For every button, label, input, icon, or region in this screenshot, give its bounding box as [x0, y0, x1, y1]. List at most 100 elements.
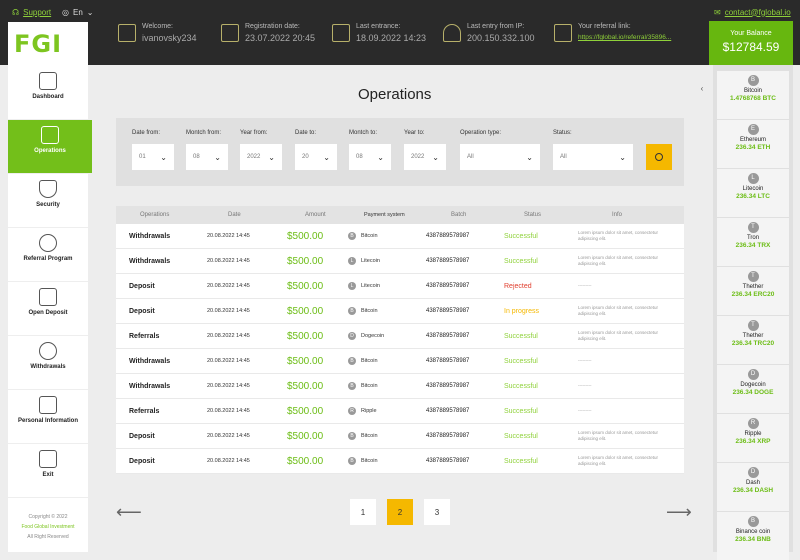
status-badge: Successful [504, 382, 538, 390]
operation-amount: $500.00 [287, 280, 324, 292]
operation-date: 20.08.2022 14:45 [207, 408, 250, 414]
sidebar-item-withdrawals[interactable]: Withdrawals [8, 336, 88, 390]
payment-system: B Bitcoin [348, 307, 426, 315]
prev-page-arrow[interactable]: ⟵ [116, 502, 142, 523]
table-row[interactable]: Referrals 20.08.2022 14:45 $500.00 R Ripple 4… [116, 399, 684, 424]
operation-type: Withdrawals [129, 382, 171, 390]
page-button-2[interactable]: 2 [387, 499, 413, 525]
withdrawals-icon [39, 342, 57, 360]
operation-info: --------- [578, 283, 592, 288]
year-from-select[interactable]: 2022 ⌄ [240, 144, 282, 170]
wallets-panel: B Bitcoin 1.4768768 BTC E Ethereum 236.34 ETH… [713, 65, 793, 560]
operation-amount: $500.00 [287, 305, 324, 317]
sidebar-item-referral[interactable]: Referral Program [8, 228, 88, 282]
coin-icon: B [348, 432, 356, 440]
batch-number: 4387889578987 [426, 408, 470, 414]
wallet-item[interactable]: B Bitcoin 1.4768768 BTC [717, 71, 789, 119]
mail-icon: ✉ [714, 7, 721, 17]
date-from-select[interactable]: 01 ⌄ [132, 144, 174, 170]
table-row[interactable]: Withdrawals 20.08.2022 14:45 $500.00 L Litec… [116, 249, 684, 274]
wallet-balance: 1.4768768 BTC [730, 95, 776, 102]
batch-number: 4387889578987 [426, 258, 470, 264]
operations-icon [41, 126, 59, 144]
wallet-item[interactable]: D Dogecoin 236.34 DOGE [717, 365, 789, 413]
batch-number: 4387889578987 [426, 308, 470, 314]
wallet-item[interactable]: D Dash 236.34 DASH [717, 463, 789, 511]
wallet-item[interactable]: T Tron 236.34 TRX [717, 218, 789, 266]
table-row[interactable]: Withdrawals 20.08.2022 14:45 $500.00 B Bitco… [116, 374, 684, 399]
operation-type: Withdrawals [129, 357, 171, 365]
operation-type: Deposit [129, 457, 155, 465]
year-to-select[interactable]: 2022 ⌄ [404, 144, 446, 170]
batch-number: 4387889578987 [426, 358, 470, 364]
operation-info: Lorem ipsum dolor sit amet, consectetur … [578, 455, 659, 466]
month-from-filter: Montch from: 08 ⌄ [186, 130, 228, 170]
month-to-select[interactable]: 08 ⌄ [349, 144, 391, 170]
search-button[interactable] [646, 144, 672, 170]
table-row[interactable]: Withdrawals 20.08.2022 14:45 $500.00 B Bitco… [116, 349, 684, 374]
collapse-wallets-button[interactable]: ‹ [696, 82, 708, 94]
chevron-down-icon: ⌄ [619, 152, 626, 162]
sidebar-item-security[interactable]: Security [8, 174, 88, 228]
chevron-down-icon: ⌄ [377, 152, 384, 162]
operation-amount: $500.00 [287, 405, 324, 417]
copyright: Copyright © 2022 Food Global Investment … [21, 514, 75, 540]
operation-info: Lorem ipsum dolor sit amet, consectetur … [578, 305, 659, 316]
status-badge: Rejected [504, 282, 532, 290]
operation-type: Deposit [129, 307, 155, 315]
email-link[interactable]: ✉ contact@fglobal.io [714, 5, 791, 19]
person-icon [39, 396, 57, 414]
sidebar-item-open-deposit[interactable]: Open Deposit [8, 282, 88, 336]
coin-icon: R [747, 418, 759, 429]
table-row[interactable]: Deposit 20.08.2022 14:45 $500.00 B Bitcoin 43… [116, 449, 684, 474]
wallet-name: Thether [742, 284, 764, 290]
sidebar-item-operations[interactable]: Operations [8, 120, 92, 174]
support-link[interactable]: ☊ Support [12, 5, 51, 19]
page-button-1[interactable]: 1 [350, 499, 376, 525]
table-row[interactable]: Deposit 20.08.2022 14:45 $500.00 B Bitcoin 43… [116, 424, 684, 449]
wallet-name: Ethereum [739, 137, 766, 143]
table-row[interactable]: Deposit 20.08.2022 14:45 $500.00 B Bitcoin 43… [116, 299, 684, 324]
wallet-balance: 236.34 BNB [735, 536, 771, 543]
wallet-item[interactable]: T Thether 236.34 TRC20 [717, 316, 789, 364]
wallet-item[interactable]: B Binance coin 236.34 BNB [717, 512, 789, 560]
batch-number: 4387889578987 [426, 283, 470, 289]
language-select[interactable]: ◎ En ⌄ [62, 5, 93, 19]
wallet-item[interactable]: L Litecoin 236.34 LTC [717, 169, 789, 217]
wallet-item[interactable]: T Thether 236.34 ERC20 [717, 267, 789, 315]
next-page-arrow[interactable]: ⟶ [666, 502, 692, 523]
operation-date: 20.08.2022 14:45 [207, 358, 250, 364]
operation-amount: $500.00 [287, 255, 324, 267]
user-icon [118, 24, 136, 42]
sidebar-item-exit[interactable]: Exit [8, 444, 88, 498]
sidebar-item-dashboard[interactable]: Dashboard [8, 66, 88, 120]
operation-date: 20.08.2022 14:45 [207, 333, 250, 339]
calendar-icon [332, 24, 350, 42]
table-row[interactable]: Withdrawals 20.08.2022 14:45 $500.00 B Bitco… [116, 224, 684, 249]
wallet-item[interactable]: R Ripple 236.34 XRP [717, 414, 789, 462]
status-badge: Successful [504, 407, 538, 415]
wallet-item[interactable]: E Ethereum 236.34 ETH [717, 120, 789, 168]
status-badge: Successful [504, 332, 538, 340]
coin-icon: B [348, 357, 356, 365]
table-row[interactable]: Deposit 20.08.2022 14:45 $500.00 L Litecoin 4… [116, 274, 684, 299]
coin-icon: T [747, 222, 759, 233]
payment-system: B Bitcoin [348, 382, 426, 390]
deposit-icon [39, 288, 57, 306]
coin-icon: D [747, 369, 759, 380]
chevron-down-icon: ⌄ [432, 152, 439, 162]
operation-info: Lorem ipsum dolor sit amet, consectetur … [578, 430, 659, 441]
sidebar-item-personal-info[interactable]: Personal Information [8, 390, 88, 444]
status-select[interactable]: All ⌄ [553, 144, 633, 170]
page-button-3[interactable]: 3 [424, 499, 450, 525]
date-to-select[interactable]: 20 ⌄ [295, 144, 337, 170]
referral-link-block[interactable]: Your referral link: https://fglobal.io/r… [554, 18, 671, 48]
operation-type-select[interactable]: All ⌄ [460, 144, 540, 170]
month-from-select[interactable]: 08 ⌄ [186, 144, 228, 170]
wallet-balance: 236.34 TRC20 [731, 340, 775, 347]
table-row[interactable]: Referrals 20.08.2022 14:45 $500.00 D Dogecoi… [116, 324, 684, 349]
operation-info: --------- [578, 358, 592, 363]
chevron-down-icon: ⌄ [526, 152, 533, 162]
wallet-name: Ripple [744, 431, 762, 437]
chevron-down-icon: ⌄ [268, 152, 275, 162]
